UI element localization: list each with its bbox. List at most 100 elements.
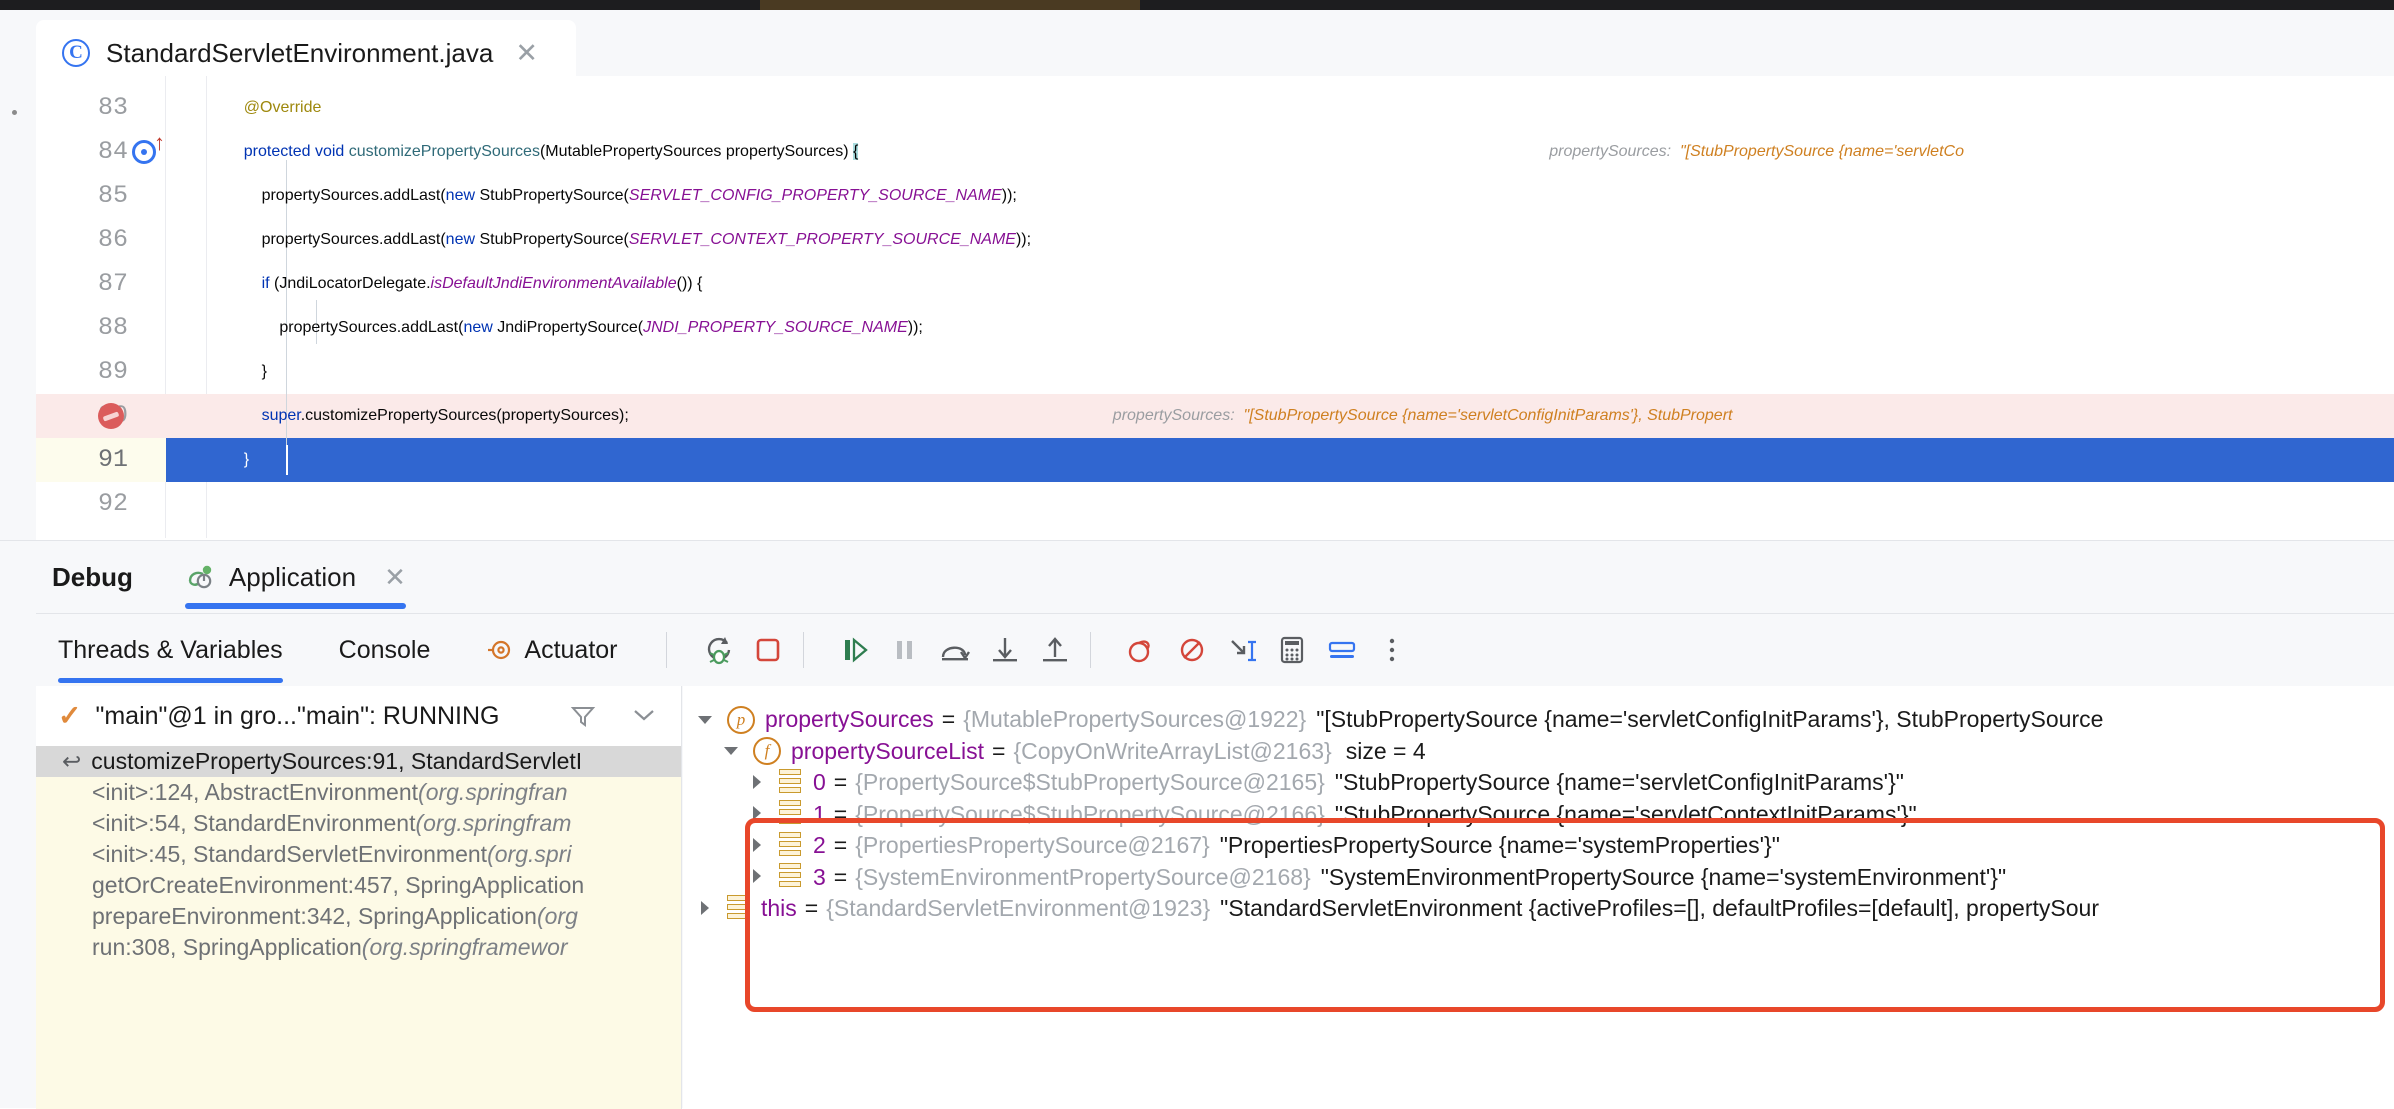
debug-window-title: Debug (52, 561, 133, 592)
call-stack-frame-selected[interactable]: ↩ customizePropertySources:91, StandardSe… (36, 746, 681, 777)
editor-tab-bar: C StandardServletEnvironment.java ✕ (0, 10, 2394, 86)
code-token: super (261, 407, 301, 424)
override-method-icon[interactable] (132, 140, 156, 164)
layout-settings-icon[interactable] (1325, 633, 1359, 667)
filter-icon[interactable] (570, 703, 596, 729)
code-editor[interactable]: 83 @Override 84 ↑ protected void customize… (36, 76, 2394, 538)
chevron-down-icon[interactable] (695, 709, 717, 731)
call-stack-frame[interactable]: getOrCreateEnvironment:457, SpringApplic… (36, 870, 681, 901)
code-token: new (463, 319, 493, 336)
evaluate-expression-icon[interactable] (1275, 633, 1309, 667)
code-line[interactable]: propertySources.addLast(new StubProperty… (226, 174, 1017, 218)
code-token: ()) { (676, 275, 703, 292)
frame-label: customizePropertySources:91, StandardSer… (91, 748, 583, 774)
step-over-icon[interactable] (938, 633, 972, 667)
tab-actuator[interactable]: Actuator (486, 614, 618, 686)
rerun-debug-icon[interactable] (701, 633, 735, 667)
frame-label: <init>:124, AbstractEnvironment (92, 779, 419, 805)
current-frame-icon: ↩ (62, 748, 82, 774)
code-token: propertySources.addLast( (226, 319, 464, 336)
debug-subtab-toolbar: Threads & Variables Console Actuator (0, 614, 2394, 686)
resume-program-icon[interactable] (838, 633, 872, 667)
code-canvas[interactable]: 83 @Override 84 ↑ protected void customize… (36, 76, 2394, 538)
run-to-cursor-icon[interactable] (1225, 633, 1259, 667)
tab-actuator-label: Actuator (524, 635, 618, 664)
thread-selector[interactable]: ✓ "main"@1 in gro..."main": RUNNING (36, 686, 681, 746)
code-line[interactable]: @Override (226, 86, 322, 130)
variables-panel[interactable]: p propertySources = {MutablePropertySources… (683, 686, 2394, 1109)
code-line[interactable]: propertySources.addLast(new JndiProperty… (226, 306, 923, 350)
inline-hint-label: propertySources: (1549, 143, 1680, 160)
code-line[interactable]: protected void customizePropertySources(… (226, 130, 859, 174)
variable-row[interactable]: this = {StandardServletEnvironment@1923} "S… (695, 885, 2099, 932)
line-number: 92 (97, 489, 128, 518)
code-token: @Override (243, 99, 322, 116)
code-token: StubPropertySource( (475, 231, 629, 248)
line-number: 83 (97, 93, 128, 122)
active-subtab-underline (58, 678, 283, 683)
code-token: JndiPropertySource( (492, 319, 644, 336)
inline-debugger-hint: propertySources: "[StubPropertySource {n… (1113, 394, 1733, 438)
tab-console-label: Console (338, 635, 431, 664)
code-token: { (852, 143, 859, 160)
more-options-icon[interactable] (1375, 633, 1409, 667)
call-stack-frame[interactable]: <init>:54, StandardEnvironment (org.spri… (36, 808, 681, 839)
tab-threads-and-variables[interactable]: Threads & Variables (58, 614, 283, 686)
active-tab-underline (184, 603, 406, 609)
inline-hint-value: "[StubPropertySource {name='servletConfi… (1243, 407, 1733, 424)
call-stack-frame[interactable]: <init>:124, AbstractEnvironment (org.spr… (36, 777, 681, 808)
code-token: (JndiLocatorDelegate. (269, 275, 431, 292)
view-breakpoints-icon[interactable] (1125, 633, 1159, 667)
actuator-icon (486, 637, 512, 663)
close-icon[interactable]: ✕ (515, 39, 538, 67)
step-into-icon[interactable] (988, 633, 1022, 667)
code-line[interactable]: } (226, 438, 249, 482)
text-caret (286, 445, 288, 475)
chevron-right-icon[interactable] (695, 898, 717, 920)
variable-type: {StandardServletEnvironment@1923} (826, 895, 1211, 921)
step-out-icon[interactable] (1038, 633, 1072, 667)
tab-application-label: Application (228, 561, 357, 592)
code-line[interactable]: super.customizePropertySources(propertyS… (226, 394, 629, 438)
call-stack-frame[interactable]: run:308, SpringApplication (org.springfr… (36, 932, 681, 963)
list-item-icon (727, 894, 749, 923)
code-token: )); (1015, 231, 1032, 248)
frame-label: <init>:45, StandardServletEnvironment (92, 841, 488, 867)
frames-panel[interactable]: ✓ "main"@1 in gro..."main": RUNNING ↩ cus… (36, 686, 682, 1109)
inline-debugger-hint: propertySources: "[StubPropertySource {n… (1549, 130, 1964, 174)
debug-tool-window: Debug Application ✕ Threads & Variables (0, 540, 2394, 1109)
thread-selector-label: "main"@1 in gro..."main": RUNNING (95, 701, 500, 730)
code-token: protected (243, 143, 311, 160)
breakpoint-icon[interactable] (98, 403, 124, 429)
call-stack-list[interactable]: ↩ customizePropertySources:91, StandardSe… (36, 746, 681, 1109)
call-stack-frame[interactable]: prepareEnvironment:342, SpringApplicatio… (36, 901, 681, 932)
code-token: if (261, 275, 270, 292)
variable-equals: = (804, 895, 819, 921)
mute-breakpoints-icon[interactable] (1175, 633, 1209, 667)
code-token: StubPropertySource( (475, 187, 629, 204)
tab-application[interactable]: Application ✕ (184, 541, 406, 613)
frame-package: (org (536, 903, 578, 929)
code-token: void (314, 143, 345, 160)
chevron-down-icon[interactable] (632, 708, 656, 722)
toolbar-separator (665, 632, 667, 668)
code-line[interactable]: if (JndiLocatorDelegate.isDefaultJndiEnv… (226, 262, 703, 306)
code-line[interactable]: } (226, 350, 267, 394)
selected-line-highlight-right (1756, 438, 2394, 482)
close-icon[interactable]: ✕ (384, 562, 406, 593)
call-stack-frame[interactable]: <init>:45, StandardServletEnvironment (o… (36, 839, 681, 870)
frame-label: prepareEnvironment:342, SpringApplicatio… (92, 903, 537, 929)
tab-threads-and-variables-label: Threads & Variables (58, 635, 283, 664)
stop-icon[interactable] (751, 633, 785, 667)
chevron-down-icon[interactable] (721, 740, 743, 762)
line-number: 88 (97, 313, 128, 342)
tab-console[interactable]: Console (339, 614, 431, 686)
line-number: 84 (97, 137, 128, 166)
frame-package: (org.spri (487, 841, 572, 867)
code-token: propertySources.addLast( (226, 231, 446, 248)
frame-label: <init>:54, StandardEnvironment (92, 810, 416, 836)
variable-value: "StandardServletEnvironment {activeProfi… (1220, 895, 2099, 921)
code-line[interactable]: propertySources.addLast(new StubProperty… (226, 218, 1032, 262)
